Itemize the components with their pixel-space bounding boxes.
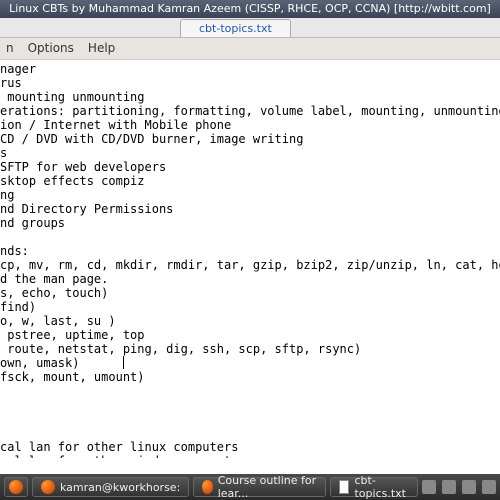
text-line: ng [0,188,14,202]
text-line: s [0,146,7,160]
tab-cbt-topics[interactable]: cbt-topics.txt [180,19,291,37]
text-line: sktop effects compiz [0,174,145,188]
editor-content[interactable]: nager rus mounting unmounting erations: … [0,60,500,458]
text-line: ion / Internet with Mobile phone [0,118,231,132]
window-titlebar: Linux CBTs by Muhammad Kamran Azeem (CIS… [0,0,500,18]
text-cursor [123,356,129,369]
text-line: fsck, mount, umount) [0,370,145,384]
text-line: cal lan for other linux computers [0,440,238,454]
text-line: o, w, last, su ) [0,314,116,328]
text-line: nd Directory Permissions [0,202,173,216]
tray-icon[interactable] [422,480,436,494]
taskbar: kamran@kworkhorse: Course outline for le… [0,474,500,500]
text-line: pstree, uptime, top [0,328,145,342]
text-line: own, umask) [0,356,123,370]
firefox-icon [202,480,212,494]
taskbar-firefox-icon[interactable] [4,477,28,497]
document-icon [339,480,350,494]
taskbar-label: kamran@kworkhorse: [60,481,180,494]
menu-help[interactable]: Help [88,41,115,56]
text-line: erations: partitioning, formatting, volu… [0,104,500,118]
firefox-icon [41,480,55,494]
text-line: nager [0,62,36,76]
window-title: Linux CBTs by Muhammad Kamran Azeem (CIS… [9,2,491,15]
taskbar-terminal[interactable]: kamran@kworkhorse: [32,477,189,497]
taskbar-label: cbt-topics.txt [354,474,409,500]
text-line: nd groups [0,216,65,230]
text-line: cal lan for other windows computers [0,454,253,458]
text-line: SFTP for web developers [0,160,166,174]
tray-icon[interactable] [482,480,496,494]
tray-icon[interactable] [442,480,456,494]
taskbar-label: Course outline for lear... [218,474,317,500]
system-tray [422,480,496,494]
menu-truncated[interactable]: n [6,41,14,56]
text-line: cp, mv, rm, cd, mkdir, rmdir, tar, gzip,… [0,258,500,272]
menubar: n Options Help [0,38,500,60]
text-line: d the man page. [0,272,108,286]
tray-icon[interactable] [462,480,476,494]
text-line: route, netstat, ping, dig, ssh, scp, sft… [0,342,361,356]
editor-tabbar: cbt-topics.txt [0,18,500,38]
text-line: s, echo, touch) [0,286,108,300]
taskbar-editor[interactable]: cbt-topics.txt [330,477,419,497]
taskbar-browser[interactable]: Course outline for lear... [193,477,325,497]
text-line: rus [0,76,22,90]
text-line: find) [0,300,36,314]
menu-options[interactable]: Options [28,41,74,56]
firefox-icon [9,480,23,494]
tab-label: cbt-topics.txt [199,22,272,35]
text-line: mounting unmounting [0,90,145,104]
text-line: nds: [0,244,29,258]
text-line: CD / DVD with CD/DVD burner, image writi… [0,132,303,146]
